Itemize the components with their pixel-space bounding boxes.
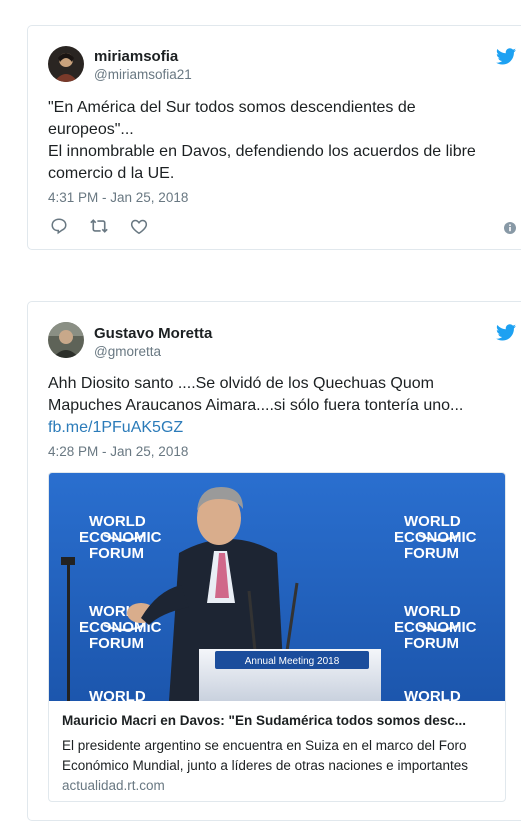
- tweet-text: Ahh Diosito santo ....Se olvidó de los Q…: [48, 373, 521, 439]
- embedded-tweet: Gustavo Moretta @gmoretta Ahh Diosito sa…: [27, 301, 521, 821]
- logo-text: WORLD: [89, 688, 146, 701]
- tweet-text-line: Ahh Diosito santo ....Se olvidó de los Q…: [48, 375, 434, 392]
- reply-icon[interactable]: [48, 216, 70, 236]
- logo-text: FORUM: [404, 545, 459, 562]
- tweet-text-line: El innombrable en Davos, defendiendo los…: [48, 143, 476, 160]
- tweet-text-line: europeos"...: [48, 121, 134, 138]
- like-icon[interactable]: [128, 216, 150, 236]
- user-handle[interactable]: @gmoretta: [94, 344, 161, 359]
- embedded-tweet: miriamsofia @miriamsofia21 "En América d…: [27, 25, 521, 250]
- podium: Annual Meeting 2018: [199, 649, 381, 701]
- tweet-text: "En América del Sur todos somos descendi…: [48, 97, 521, 185]
- logo-text: FORUM: [404, 635, 459, 652]
- logo-text: WORLD: [89, 513, 146, 530]
- avatar[interactable]: [48, 46, 84, 82]
- logo-text: ECONOMIC: [394, 619, 477, 636]
- tweet-text-line: comercio d la UE.: [48, 165, 175, 182]
- twitter-bird-icon[interactable]: [496, 48, 516, 65]
- logo-text: ECONOMIC: [79, 529, 162, 546]
- tweet-timestamp[interactable]: 4:28 PM - Jan 25, 2018: [48, 444, 188, 459]
- tweet-text-line: "En América del Sur todos somos descendi…: [48, 99, 416, 116]
- tweet-link[interactable]: fb.me/1PFuAK5GZ: [48, 417, 521, 439]
- card-image: WORLD ECONOMIC FORUM WORLD ECONOMIC FORU…: [49, 473, 505, 701]
- link-card[interactable]: WORLD ECONOMIC FORUM WORLD ECONOMIC FORU…: [48, 472, 506, 802]
- logo-text: WORLD: [404, 513, 461, 530]
- user-name[interactable]: Gustavo Moretta: [94, 325, 212, 342]
- card-description: El presidente argentino se encuentra en …: [62, 738, 468, 773]
- user-name[interactable]: miriamsofia: [94, 48, 178, 65]
- tweet-timestamp[interactable]: 4:31 PM - Jan 25, 2018: [48, 190, 188, 205]
- podium-text: Annual Meeting 2018: [245, 656, 340, 667]
- logo-text: FORUM: [89, 635, 144, 652]
- logo-text: WORLD: [404, 688, 461, 701]
- card-title[interactable]: Mauricio Macri en Davos: "En Sudamérica …: [62, 713, 492, 728]
- user-handle[interactable]: @miriamsofia21: [94, 67, 192, 82]
- twitter-bird-icon[interactable]: [496, 324, 516, 341]
- tweet-text-line: Mapuches Araucanos Aimara....si sólo fue…: [48, 397, 464, 414]
- tweet-actions: [48, 216, 150, 236]
- avatar[interactable]: [48, 322, 84, 358]
- logo-text: ECONOMIC: [394, 529, 477, 546]
- logo-text: FORUM: [89, 545, 144, 562]
- retweet-icon[interactable]: [88, 216, 110, 236]
- logo-text: WORLD: [404, 603, 461, 620]
- info-icon[interactable]: [504, 221, 518, 235]
